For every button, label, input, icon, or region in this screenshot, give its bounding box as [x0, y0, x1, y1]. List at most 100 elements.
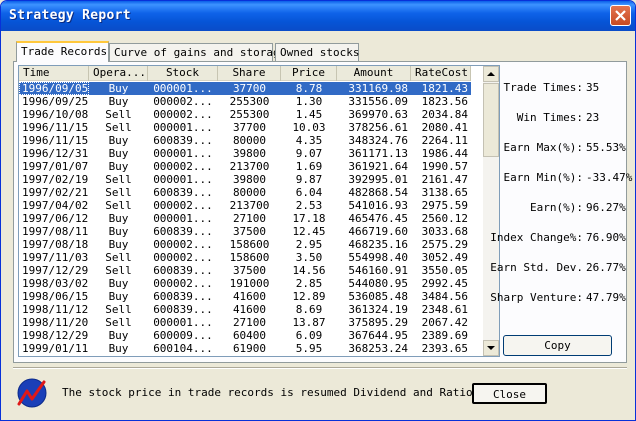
- cell-price: 12.45: [292, 225, 326, 238]
- table-row[interactable]: 1999/01/11 Buy 600104... 61900 5.95 368253.24…: [19, 342, 471, 355]
- cell-price: 2.95: [295, 238, 323, 251]
- cell-operation: Sell: [105, 108, 132, 121]
- cell-ratecost: 3484.56: [421, 290, 468, 303]
- strategy-report-window: Strategy Report Trade Records Curve of g…: [0, 0, 636, 421]
- scroll-up-button[interactable]: [483, 66, 499, 82]
- window-close-button[interactable]: [610, 5, 631, 26]
- tab-trade-records[interactable]: Trade Records: [16, 41, 109, 62]
- cell-price: 14.56: [292, 264, 326, 277]
- trend-logo-icon: [16, 377, 48, 412]
- stat-label: Earn(%):: [530, 201, 583, 214]
- cell-ratecost: 2560.12: [421, 212, 468, 225]
- cell-stock: 000001...: [153, 212, 213, 225]
- table-row[interactable]: 1997/02/19 Sell 000001... 39800 9.87 392995.0…: [19, 173, 471, 186]
- cell-operation: Buy: [108, 342, 129, 355]
- column-header-share[interactable]: Share: [218, 66, 281, 81]
- cell-amount: 392995.01: [348, 173, 408, 186]
- table-row[interactable]: 1997/02/21 Sell 600839... 80000 6.04 482868.5…: [19, 186, 471, 199]
- cell-time: 1997/11/03: [22, 251, 89, 264]
- table-row[interactable]: 1998/12/29 Buy 600009... 60400 6.09 367644.95…: [19, 329, 471, 342]
- stat-earn: Earn(%): 96.27%: [502, 201, 626, 215]
- stat-value: 26.77%: [586, 261, 626, 274]
- cell-time: 1999/01/11: [22, 342, 89, 355]
- column-header-amount[interactable]: Amount: [337, 66, 411, 81]
- cell-ratecost: 2348.61: [421, 303, 468, 316]
- cell-amount: 554998.40: [348, 251, 408, 264]
- cell-ratecost: 1990.57: [421, 160, 468, 173]
- column-header-time[interactable]: Time: [19, 66, 89, 81]
- table-row[interactable]: 1996/12/31 Buy 000001... 39800 9.07 361171.13…: [19, 147, 471, 160]
- stat-label: Sharp Venture:: [490, 291, 583, 304]
- table-row[interactable]: 1998/06/15 Buy 600839... 41600 12.89 536085.4…: [19, 290, 471, 303]
- table-row[interactable]: 1997/06/12 Buy 000001... 27100 17.18 465476.4…: [19, 212, 471, 225]
- cell-stock: 000002...: [153, 238, 213, 251]
- copy-button[interactable]: Copy: [503, 335, 612, 356]
- title-bar[interactable]: Strategy Report: [1, 1, 635, 31]
- stat-label: Earn Std. Dev.: [490, 261, 583, 274]
- cell-time: 1997/02/21: [22, 186, 89, 199]
- cell-time: 1998/11/12: [22, 303, 89, 316]
- cell-stock: 000002...: [153, 199, 213, 212]
- cell-amount: 546160.91: [348, 264, 408, 277]
- cell-share: 41600: [232, 303, 267, 316]
- scroll-thumb[interactable]: [483, 83, 499, 157]
- vertical-scrollbar[interactable]: [483, 66, 499, 356]
- cell-operation: Sell: [105, 121, 132, 134]
- tab-curve-of-gains[interactable]: Curve of gains and storage: [109, 43, 286, 61]
- stat-value: 47.79%: [586, 291, 626, 304]
- cell-amount: 544080.95: [348, 277, 408, 290]
- cell-operation: Buy: [108, 95, 129, 108]
- cell-time: 1998/12/29: [22, 329, 89, 342]
- table-row[interactable]: 1997/08/11 Buy 600839... 37500 12.45 466719.6…: [19, 225, 471, 238]
- cell-operation: Sell: [105, 251, 132, 264]
- table-row[interactable]: 1997/01/07 Buy 000002... 213700 1.69 361921.6…: [19, 160, 471, 173]
- cell-share: 39800: [232, 147, 267, 160]
- cell-amount: 361324.19: [348, 303, 408, 316]
- cell-amount: 468235.16: [348, 238, 408, 251]
- stat-label: Earn Max(%):: [503, 141, 583, 154]
- close-x-icon: [615, 10, 626, 21]
- cell-operation: Buy: [108, 329, 129, 342]
- cell-operation: Buy: [108, 290, 129, 303]
- column-header-price[interactable]: Price: [281, 66, 337, 81]
- column-header-stock[interactable]: Stock: [148, 66, 218, 81]
- cell-ratecost: 1821.43: [411, 82, 471, 95]
- table-row[interactable]: 1998/03/02 Buy 000002... 191000 2.85 544080.9…: [19, 277, 471, 290]
- column-header-operation[interactable]: Opera...: [89, 66, 148, 81]
- cell-price: 6.09: [295, 329, 323, 342]
- stat-earn-max: Earn Max(%): 55.53%: [502, 141, 626, 155]
- table-row[interactable]: 1997/04/02 Sell 000002... 213700 2.53 541016.…: [19, 199, 471, 212]
- table-row[interactable]: 1996/11/15 Buy 600839... 80000 4.35 348324.76…: [19, 134, 471, 147]
- arrow-up-icon: [487, 72, 495, 76]
- trade-records-table[interactable]: Time Opera... Stock Share Price Amount R…: [18, 65, 500, 357]
- table-row[interactable]: 1997/12/29 Sell 600839... 37500 14.56 546160.…: [19, 264, 471, 277]
- cell-amount: 331556.09: [348, 95, 408, 108]
- table-row[interactable]: 1996/10/08 Sell 000002... 255300 1.45 369970.…: [19, 108, 471, 121]
- column-header-ratecost[interactable]: RateCost: [411, 66, 471, 81]
- cell-share: 255300: [229, 108, 270, 121]
- table-row[interactable]: 1996/09/25 Buy 000002... 255300 1.30 331556.0…: [19, 95, 471, 108]
- scroll-down-button[interactable]: [483, 340, 499, 356]
- cell-share: 39800: [232, 173, 267, 186]
- table-row[interactable]: 1998/11/20 Sell 000001... 27100 13.87 375895.…: [19, 316, 471, 329]
- table-row[interactable]: 1998/11/12 Sell 600839... 41600 8.69 361324.1…: [19, 303, 471, 316]
- cell-time: 1998/11/20: [22, 316, 89, 329]
- cell-price: 1.69: [295, 160, 323, 173]
- table-row[interactable]: 1996/11/15 Sell 000001... 37700 10.03 378256.…: [19, 121, 471, 134]
- close-button[interactable]: Close: [472, 383, 547, 404]
- cell-operation: Buy: [108, 134, 129, 147]
- stat-win-times: Win Times: 23: [502, 111, 624, 125]
- cell-price: 2.53: [295, 199, 323, 212]
- cell-amount: 348324.76: [348, 134, 408, 147]
- cell-stock: 000002...: [153, 160, 213, 173]
- table-row[interactable]: 1996/09/05 Buy 000001... 37700 8.78 331169.98…: [19, 82, 471, 95]
- cell-share: 158600: [229, 238, 270, 251]
- cell-share: 191000: [229, 277, 270, 290]
- cell-stock: 600839...: [153, 186, 213, 199]
- table-row[interactable]: 1997/11/03 Sell 000002... 158600 3.50 554998.…: [19, 251, 471, 264]
- tab-owned-stocks[interactable]: Owned stocks: [275, 43, 359, 61]
- tab-label: Trade Records: [21, 45, 108, 58]
- cell-share: 213700: [229, 160, 270, 173]
- table-row[interactable]: 1997/08/18 Buy 000002... 158600 2.95 468235.1…: [19, 238, 471, 251]
- stat-label: Trade Times:: [503, 81, 583, 94]
